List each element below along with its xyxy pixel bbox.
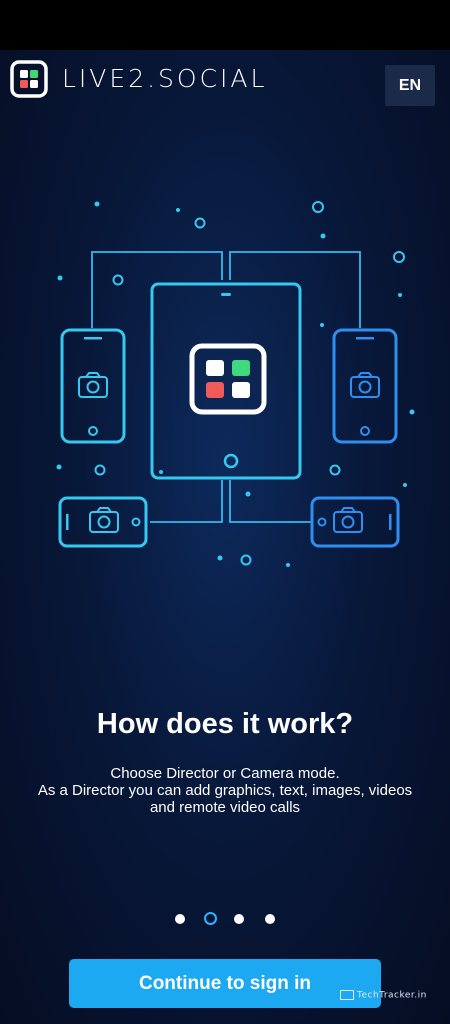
right-phone (332, 328, 398, 444)
bottom-left-phone (58, 496, 148, 548)
page-dot-4[interactable] (265, 914, 275, 924)
camera-icon (89, 507, 119, 533)
camera-icon (333, 507, 363, 533)
description-line: Choose Director or Camera mode. (110, 765, 340, 782)
app-logo-icon (10, 60, 48, 98)
page-dot-1[interactable] (175, 914, 185, 924)
page-indicator (0, 912, 450, 926)
page-dot-3[interactable] (234, 914, 244, 924)
description-line: As a Director you can add graphics, text… (37, 782, 413, 799)
onboarding-description: Choose Director or Camera mode. As a Dir… (10, 765, 440, 816)
page-dot-2[interactable] (204, 912, 217, 925)
how-it-works-illustration (56, 201, 415, 567)
app-logo-icon (189, 343, 267, 415)
watermark-icon (340, 990, 354, 1000)
header: LIVE2.SOCIAL EN (0, 58, 450, 108)
description-line: and remote video calls (149, 799, 301, 816)
continue-to-sign-in-button[interactable]: Continue to sign in (69, 959, 381, 1008)
watermark: TechTracker.in (340, 990, 427, 1001)
onboarding-title: How does it work? (96, 708, 354, 740)
camera-icon (350, 372, 380, 398)
language-button[interactable]: EN (385, 65, 435, 106)
status-bar (0, 0, 450, 50)
watermark-text: TechTracker.in (357, 990, 427, 1001)
brand-name: LIVE2.SOCIAL (62, 64, 268, 93)
bottom-right-phone (310, 496, 400, 548)
tablet-device (150, 282, 302, 480)
left-phone (60, 328, 126, 444)
camera-icon (78, 372, 108, 398)
